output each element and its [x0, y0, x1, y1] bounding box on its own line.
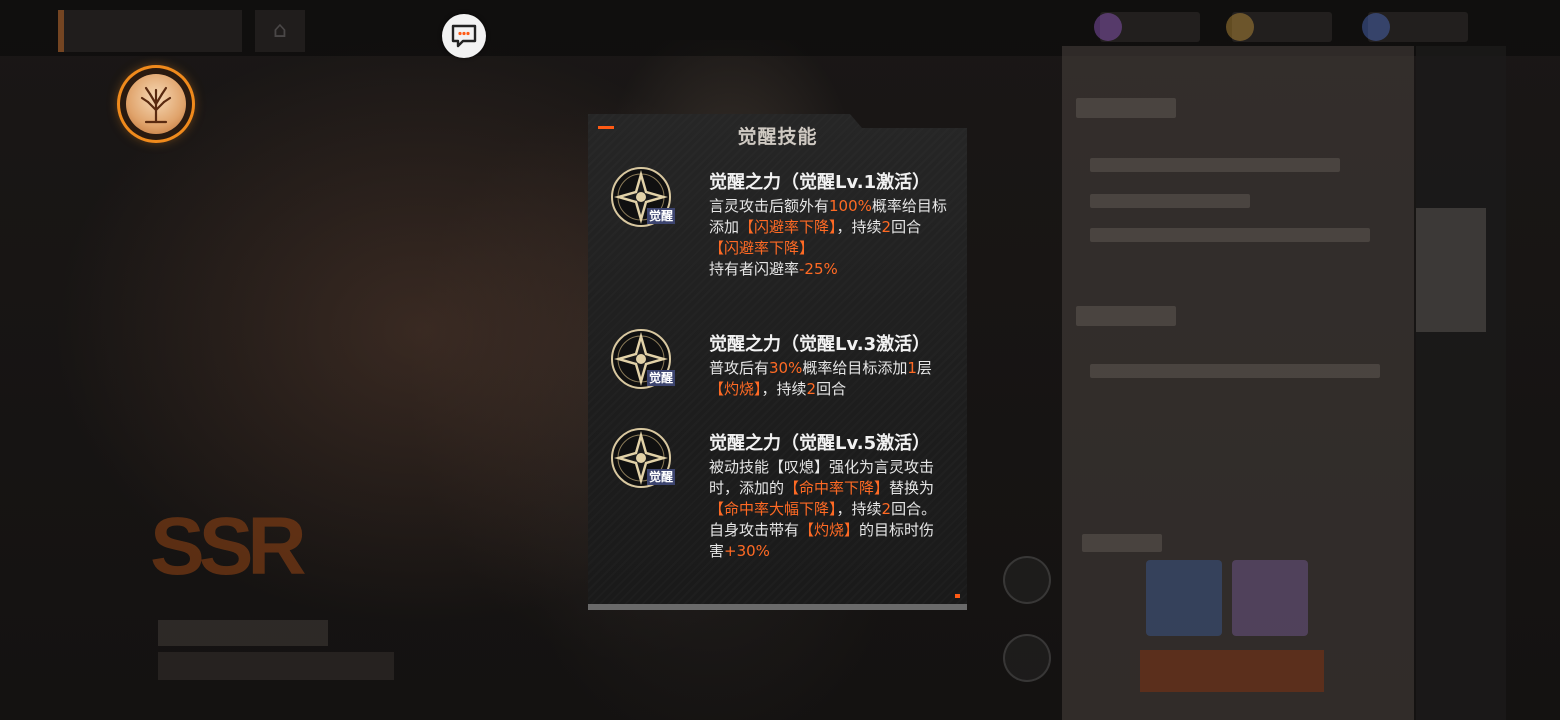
description-text: ，持续 [761, 380, 807, 398]
highlight-text: 30% [769, 359, 803, 377]
tree-button[interactable] [120, 68, 192, 140]
skill-description: 普攻后有30%概率给目标添加1层【灼烧】，持续2回合 [709, 358, 947, 400]
skill-name: 觉醒之力（觉醒Lv.5激活） [709, 433, 931, 454]
round-button [1003, 556, 1051, 604]
back-button [58, 10, 242, 52]
rarity-label: SSR [150, 501, 307, 592]
highlight-text: 100% [829, 197, 872, 215]
tree-icon [126, 74, 186, 134]
like-button [1416, 208, 1486, 332]
description-text: 普攻后有 [709, 359, 770, 377]
action-button [1140, 650, 1324, 692]
highlight-text: 【闪避率下降】 [709, 239, 815, 257]
description-text: 回合 [891, 218, 922, 236]
tag-plate [158, 652, 394, 680]
name-plate [158, 620, 328, 646]
awakening-badge: 觉醒 [647, 370, 676, 386]
popup-bottom-bar [588, 604, 967, 610]
skin-card [1146, 560, 1222, 636]
side-strip [1416, 46, 1506, 720]
awakening-skills-popup[interactable]: 觉醒技能 觉醒 觉醒之力（觉醒Lv.1激活） 言灵攻击后额外有100%概率给目标… [588, 114, 967, 610]
highlight-text: 【灼烧】 [709, 380, 762, 398]
highlight-text: 【命中率大幅下降】 [709, 500, 837, 518]
description-text: 替换为 [889, 479, 935, 497]
description-text: 言灵攻击后额外有 [709, 197, 830, 215]
description-text: ，持续 [836, 500, 882, 518]
awakening-badge: 觉醒 [647, 469, 676, 485]
currency-gem [1094, 12, 1200, 42]
highlight-text: 2 [881, 500, 892, 518]
highlight-text: 1 [907, 359, 917, 377]
description-text: 层 [916, 359, 932, 377]
highlight-text: 【命中率下降】 [784, 479, 890, 497]
highlight-text: +30% [724, 542, 770, 560]
description-text: 概率给目标添加 [802, 359, 908, 377]
currency-crystal [1362, 12, 1468, 42]
description-text: ，持续 [836, 218, 882, 236]
highlight-text: 2 [806, 380, 817, 398]
awakening-badge: 觉醒 [647, 208, 676, 224]
skin-card [1232, 560, 1308, 636]
skill-description: 言灵攻击后额外有100%概率给目标添加【闪避率下降】，持续2回合 【闪避率下降】持… [709, 196, 947, 280]
chat-bubble-icon [451, 24, 477, 48]
skill-name: 觉醒之力（觉醒Lv.1激活） [709, 172, 931, 193]
description-text: 回合 [816, 380, 847, 398]
highlight-text: -25% [799, 260, 838, 278]
popup-corner-mark [955, 594, 960, 598]
skill-description: 被动技能【叹熄】强化为言灵攻击时，添加的【命中率下降】替换为【命中率大幅下降】，… [709, 457, 947, 562]
highlight-text: 【灼烧】 [799, 521, 860, 539]
description-text: 持有者闪避率 [709, 260, 800, 278]
currency-coin [1226, 12, 1332, 42]
skill-name: 觉醒之力（觉醒Lv.3激活） [709, 334, 931, 355]
highlight-text: 【闪避率下降】 [739, 218, 837, 236]
home-icon: ⌂ [255, 10, 305, 52]
highlight-text: 2 [881, 218, 892, 236]
chat-button[interactable] [442, 14, 486, 58]
round-button [1003, 634, 1051, 682]
